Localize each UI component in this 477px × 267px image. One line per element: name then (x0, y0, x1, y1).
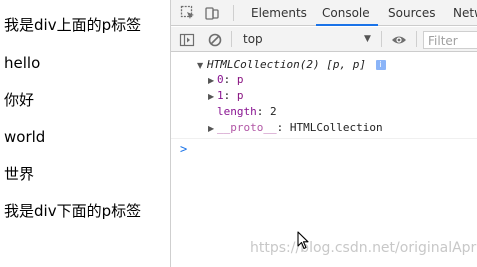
prompt-divider (171, 138, 477, 139)
entry-value: HTMLCollection (289, 121, 383, 134)
console-prompt[interactable]: > (180, 142, 187, 156)
paragraph-nihao: 你好 (4, 91, 35, 109)
info-icon[interactable]: i (375, 60, 386, 70)
console-toolbar: top ▼ (171, 27, 477, 52)
toolbar-separator (231, 31, 232, 47)
collection-entry[interactable]: 1: p (217, 89, 244, 103)
console-output: ▼ HTMLCollection(2) [p, p] i ▶ 0: p ▶ 1:… (171, 53, 477, 267)
entry-value: p (236, 73, 244, 86)
filter-input[interactable] (423, 31, 477, 49)
entry-separator: : (276, 121, 290, 134)
tab-sources[interactable]: Sources (388, 0, 435, 26)
device-toolbar-icon[interactable] (204, 5, 220, 21)
paragraph-world: world (4, 128, 46, 146)
entry-separator: : (256, 105, 270, 118)
collection-entry: length: 2 (217, 105, 277, 119)
collection-entry[interactable]: __proto__: HTMLCollection (217, 121, 383, 135)
expand-collection-icon[interactable]: ▼ (197, 61, 203, 70)
devtools-tabbar: Elements Console Sources Netw (171, 0, 477, 26)
paragraph-shijie: 世界 (4, 165, 35, 183)
toolbar-separator (416, 31, 417, 47)
collection-label: HTMLCollection(2) (207, 58, 320, 71)
tab-elements[interactable]: Elements (251, 0, 307, 26)
clear-console-icon[interactable] (207, 32, 223, 48)
paragraph-hello: hello (4, 54, 41, 72)
toolbar-separator (381, 31, 382, 47)
entry-value: 2 (270, 105, 277, 118)
entry-key: __proto__ (217, 121, 277, 134)
paragraph-above-div: 我是div上面的p标签 (4, 16, 142, 34)
inspect-element-icon[interactable] (180, 5, 196, 21)
entry-value: p (236, 89, 244, 102)
expand-item-icon[interactable]: ▶ (208, 92, 214, 101)
collection-items: [p, p] (326, 58, 366, 71)
collection-entry[interactable]: 0: p (217, 73, 244, 87)
eye-icon[interactable] (391, 32, 407, 48)
entry-key: 0 (217, 73, 224, 86)
tab-console[interactable]: Console (322, 0, 370, 26)
dropdown-caret-icon[interactable]: ▼ (364, 34, 371, 44)
context-select[interactable]: top (243, 32, 263, 46)
collection-summary[interactable]: HTMLCollection(2) [p, p] i (207, 58, 386, 72)
entry-separator: : (223, 89, 237, 102)
watermark: https://blog.csdn.net/originalApril (250, 240, 477, 256)
page-content: 我是div上面的p标签 hello 你好 world 世界 我是div下面的p标… (0, 0, 171, 267)
expand-item-icon[interactable]: ▶ (208, 124, 214, 133)
sidebar-toggle-icon[interactable] (179, 32, 195, 48)
entry-key: 1 (217, 89, 224, 102)
entry-key: length (217, 105, 257, 118)
expand-item-icon[interactable]: ▶ (208, 76, 214, 85)
paragraph-below-div: 我是div下面的p标签 (4, 202, 142, 220)
mouse-cursor-icon (297, 231, 309, 254)
toolbar-separator (233, 5, 234, 21)
tab-network[interactable]: Netw (453, 0, 477, 26)
active-tab-indicator (316, 24, 378, 26)
entry-separator: : (223, 73, 237, 86)
devtools-panel: Elements Console Sources Netw top ▼ ▼ HT… (171, 0, 477, 267)
